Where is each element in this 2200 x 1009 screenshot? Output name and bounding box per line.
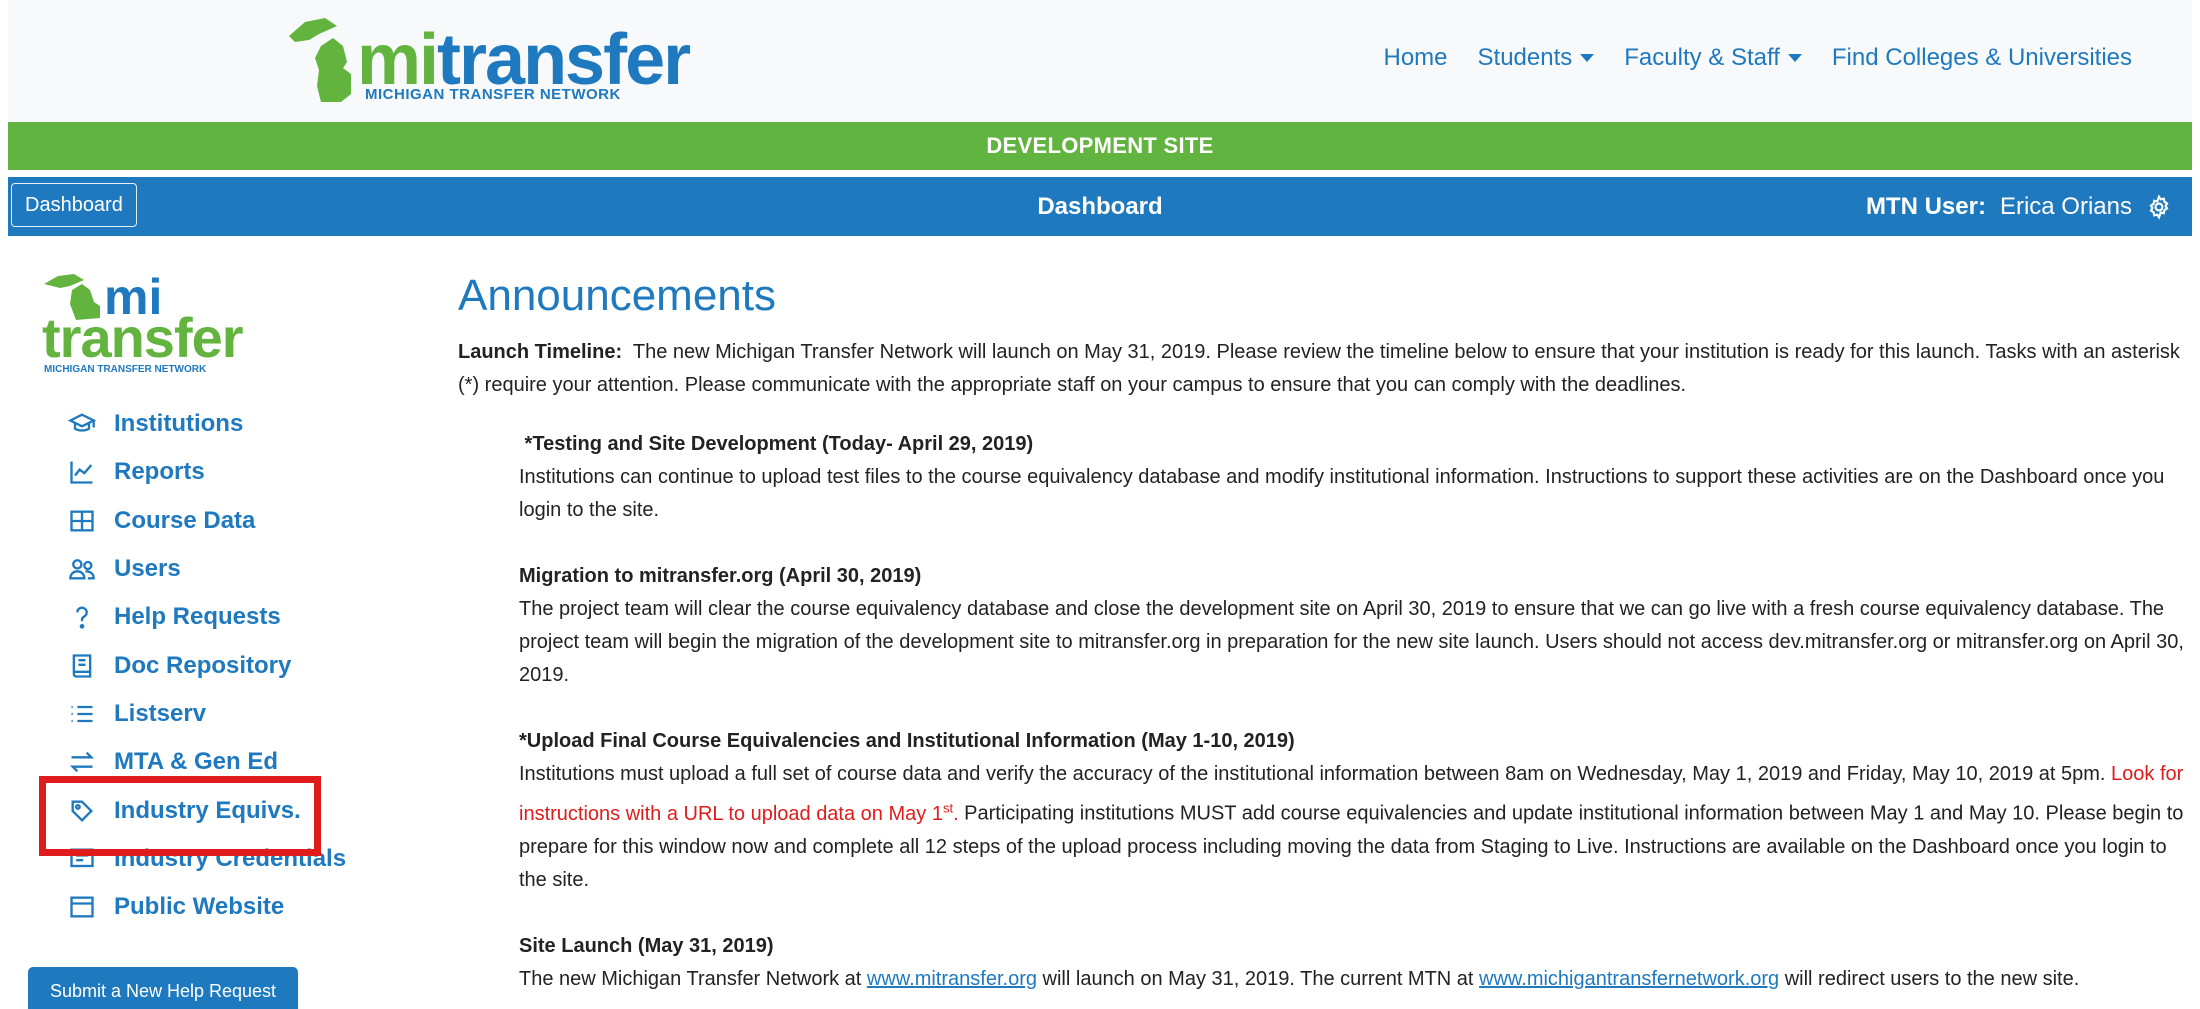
sidebar-item-public-website[interactable]: Public Website	[68, 883, 346, 931]
development-site-banner: DEVELOPMENT SITE	[8, 122, 2192, 170]
section-text: The project team will clear the course e…	[519, 598, 2184, 686]
logo-tagline: MICHIGAN TRANSFER NETWORK	[44, 364, 207, 375]
sidebar-item-label: Doc Repository	[114, 651, 292, 679]
app-frame: mitransfer MICHIGAN TRANSFER NETWORK Hom…	[8, 0, 2192, 1009]
nav-label: Home	[1383, 44, 1448, 71]
dashboard-toolbar: Dashboard Dashboard MTN User: Erica Oria…	[8, 177, 2192, 236]
nav-students[interactable]: Students	[1478, 44, 1595, 72]
intro-label: Launch Timeline:	[458, 341, 623, 363]
nav-label: Faculty & Staff	[1624, 44, 1780, 71]
mitransfer-logo[interactable]: mitransfer MICHIGAN TRANSFER NETWORK	[285, 16, 691, 106]
section-text: Institutions must upload a full set of c…	[519, 763, 2184, 891]
graduation-cap-icon	[68, 413, 96, 432]
question-icon	[76, 606, 88, 629]
chart-line-icon	[70, 461, 93, 485]
sidebar-logo[interactable]: mi transfer MICHIGAN TRANSFER NETWORK	[36, 272, 266, 377]
main-nav: Home Students Faculty & Staff Find Colle…	[1383, 44, 2132, 72]
section-title: *Testing and Site Development (Today- Ap…	[519, 433, 1034, 455]
section-site-launch: Site Launch (May 31, 2019) The new Michi…	[519, 930, 2192, 996]
intro-text: The new Michigan Transfer Network will l…	[458, 341, 2180, 396]
dashboard-button[interactable]: Dashboard	[11, 183, 137, 227]
sidebar-item-label: Help Requests	[114, 603, 281, 631]
section-testing: *Testing and Site Development (Today- Ap…	[519, 428, 2192, 527]
mitransfer-link[interactable]: www.mitransfer.org	[867, 968, 1037, 990]
sidebar-item-institutions[interactable]: Institutions	[68, 400, 346, 448]
section-upload: *Upload Final Course Equivalencies and I…	[519, 725, 2192, 897]
sidebar-item-users[interactable]: Users	[68, 545, 346, 593]
page-title: Announcements	[458, 271, 776, 320]
sidebar-item-help-requests[interactable]: Help Requests	[68, 593, 346, 641]
sidebar-item-label: Users	[114, 555, 181, 583]
nav-label: Students	[1477, 44, 1573, 71]
nav-faculty-staff[interactable]: Faculty & Staff	[1624, 44, 1802, 72]
sidebar-item-label: Public Website	[114, 893, 285, 921]
section-text: The new Michigan Transfer Network at www…	[519, 967, 2080, 990]
list-icon	[71, 705, 93, 723]
logo-transfer: transfer	[42, 306, 244, 369]
launch-timeline-intro: Launch Timeline: The new Michigan Transf…	[458, 336, 2192, 402]
sidebar-item-label: Course Data	[114, 506, 256, 534]
book-icon	[72, 653, 92, 678]
highlight-box	[39, 776, 321, 856]
sidebar-item-label: Listserv	[114, 699, 207, 727]
michigantransfernetwork-link[interactable]: www.michigantransfernetwork.org	[1479, 968, 1779, 990]
top-header: mitransfer MICHIGAN TRANSFER NETWORK Hom…	[8, 0, 2192, 122]
michigan-map-icon	[289, 18, 351, 102]
arrows-icon	[69, 752, 95, 773]
section-text: Institutions can continue to upload test…	[519, 466, 2165, 521]
caret-down-icon	[1787, 54, 1802, 62]
nav-label: Find Colleges & Universities	[1831, 44, 2132, 71]
announcements-panel: Announcements Launch Timeline: The new M…	[458, 268, 2192, 996]
nav-find-colleges[interactable]: Find Colleges & Universities	[1832, 44, 2132, 72]
nav-home[interactable]: Home	[1383, 44, 1447, 72]
submit-help-request-button[interactable]: Submit a New Help Request	[28, 967, 298, 1009]
sidebar-item-label: Reports	[114, 458, 205, 486]
user-info: MTN User: Erica Orians	[1866, 177, 2172, 236]
browser-icon	[70, 896, 94, 918]
section-title: *Upload Final Course Equivalencies and I…	[519, 730, 1295, 752]
section-migration: Migration to mitransfer.org (April 30, 2…	[519, 560, 2192, 692]
sidebar-item-label: Institutions	[114, 410, 244, 438]
user-name: Erica Orians	[1999, 192, 2132, 220]
table-icon	[70, 510, 94, 532]
logo-tagline: MICHIGAN TRANSFER NETWORK	[365, 86, 621, 103]
users-icon	[69, 559, 95, 580]
sidebar-item-course-data[interactable]: Course Data	[68, 497, 346, 545]
toolbar-title: Dashboard	[1037, 192, 1163, 220]
sidebar-item-reports[interactable]: Reports	[68, 448, 346, 496]
caret-down-icon	[1580, 54, 1595, 62]
section-title: Migration to mitransfer.org (April 30, 2…	[519, 565, 922, 587]
sidebar-item-listserv[interactable]: Listserv	[68, 690, 346, 738]
sidebar-item-doc-repository[interactable]: Doc Repository	[68, 641, 346, 689]
sidebar-item-label: MTA & Gen Ed	[114, 748, 278, 776]
user-label: MTN User:	[1865, 192, 1986, 220]
gear-icon[interactable]	[2146, 193, 2172, 220]
section-title: Site Launch (May 31, 2019)	[519, 934, 774, 957]
